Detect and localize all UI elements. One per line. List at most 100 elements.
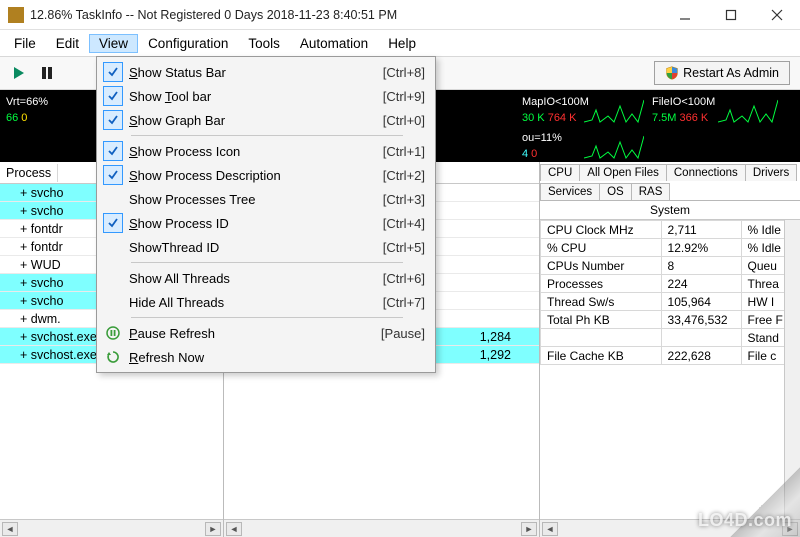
minimize-button[interactable] bbox=[662, 0, 708, 30]
system-cell: % CPU bbox=[541, 239, 662, 257]
system-pane: CPUAll Open FilesConnectionsDrivers Servi… bbox=[540, 162, 800, 537]
checkbox-icon bbox=[103, 165, 123, 185]
menu-item-label: Show Graph Bar bbox=[129, 113, 383, 128]
menu-item-label: Show Status Bar bbox=[129, 65, 383, 80]
system-cell: Total Ph KB bbox=[541, 311, 662, 329]
system-hscroll[interactable]: ◄ ► bbox=[540, 519, 800, 537]
menu-item-label: Pause Refresh bbox=[129, 326, 381, 341]
close-button[interactable] bbox=[754, 0, 800, 30]
graph-panel[interactable]: MapIO<100M30 K 764 K bbox=[518, 92, 646, 126]
graph-panel[interactable] bbox=[648, 128, 780, 162]
checkbox-icon bbox=[103, 268, 123, 288]
tab-services[interactable]: Services bbox=[540, 183, 600, 200]
window-title: 12.86% TaskInfo -- Not Registered 0 Days… bbox=[30, 8, 662, 22]
system-cell bbox=[661, 329, 741, 347]
menu-item-label: Show Process ID bbox=[129, 216, 383, 231]
menu-item-refresh-now[interactable]: Refresh Now bbox=[99, 345, 433, 369]
system-tabs: CPUAll Open FilesConnectionsDrivers Servi… bbox=[540, 162, 800, 201]
system-cell: 224 bbox=[661, 275, 741, 293]
menu-item-show-process-icon[interactable]: Show Process Icon[Ctrl+1] bbox=[99, 139, 433, 163]
menu-item-label: Refresh Now bbox=[129, 350, 425, 365]
tab-cpu[interactable]: CPU bbox=[540, 164, 580, 181]
restart-as-admin-button[interactable]: Restart As Admin bbox=[654, 61, 790, 85]
menu-item-pause-refresh[interactable]: Pause Refresh[Pause] bbox=[99, 321, 433, 345]
process-header-label: Process bbox=[0, 164, 58, 182]
restart-label: Restart As Admin bbox=[683, 66, 779, 80]
tab-all-open-files[interactable]: All Open Files bbox=[579, 164, 667, 181]
scroll-left-icon[interactable]: ◄ bbox=[226, 522, 242, 536]
menu-item-show-processes-tree[interactable]: Show Processes Tree[Ctrl+3] bbox=[99, 187, 433, 211]
system-row[interactable]: Thread Sw/s105,964HW I bbox=[541, 293, 800, 311]
graph-panel[interactable]: ou=11%4 0 bbox=[518, 128, 646, 162]
menu-item-shortcut: [Ctrl+0] bbox=[383, 113, 425, 128]
system-row[interactable]: CPUs Number8Queu bbox=[541, 257, 800, 275]
shield-icon bbox=[665, 66, 679, 80]
play-button[interactable] bbox=[6, 60, 32, 86]
menu-automation[interactable]: Automation bbox=[290, 34, 378, 53]
checkbox-icon bbox=[103, 213, 123, 233]
menu-item-label: ShowThread ID bbox=[129, 240, 383, 255]
system-cell: 2,711 bbox=[661, 221, 741, 239]
menu-item-shortcut: [Ctrl+4] bbox=[383, 216, 425, 231]
system-row[interactable]: Total Ph KB33,476,532Free F bbox=[541, 311, 800, 329]
scroll-right-icon[interactable]: ► bbox=[782, 522, 798, 536]
menu-edit[interactable]: Edit bbox=[46, 34, 89, 53]
checkbox-icon bbox=[103, 62, 123, 82]
system-cell: 33,476,532 bbox=[661, 311, 741, 329]
menu-item-label: Show Tool bar bbox=[129, 89, 383, 104]
checkbox-icon bbox=[103, 110, 123, 130]
menu-item-show-graph-bar[interactable]: Show Graph Bar[Ctrl+0] bbox=[99, 108, 433, 132]
menu-item-label: Show All Threads bbox=[129, 271, 383, 286]
menu-item-shortcut: [Ctrl+2] bbox=[383, 168, 425, 183]
scroll-left-icon[interactable]: ◄ bbox=[542, 522, 558, 536]
menu-item-shortcut: [Ctrl+5] bbox=[383, 240, 425, 255]
graph-panel[interactable]: FileIO<100M7.5M 366 K bbox=[648, 92, 780, 126]
menu-item-label: Show Process Icon bbox=[129, 144, 383, 159]
menu-help[interactable]: Help bbox=[378, 34, 426, 53]
checkbox-icon bbox=[103, 189, 123, 209]
tab-drivers[interactable]: Drivers bbox=[745, 164, 797, 181]
menu-item-show-process-id[interactable]: Show Process ID[Ctrl+4] bbox=[99, 211, 433, 235]
pause-button[interactable] bbox=[34, 60, 60, 86]
scroll-right-icon[interactable]: ► bbox=[521, 522, 537, 536]
menu-file[interactable]: File bbox=[4, 34, 46, 53]
maximize-button[interactable] bbox=[708, 0, 754, 30]
system-row[interactable]: Stand bbox=[541, 329, 800, 347]
system-row[interactable]: % CPU12.92%% Idle bbox=[541, 239, 800, 257]
system-row[interactable]: File Cache KB222,628File c bbox=[541, 347, 800, 365]
menu-item-show-tool-bar[interactable]: Show Tool bar[Ctrl+9] bbox=[99, 84, 433, 108]
menu-item-show-process-description[interactable]: Show Process Description[Ctrl+2] bbox=[99, 163, 433, 187]
menu-bar: FileEditViewConfigurationToolsAutomation… bbox=[0, 30, 800, 56]
scroll-left-icon[interactable]: ◄ bbox=[2, 522, 18, 536]
view-menu-dropdown: Show Status Bar[Ctrl+8]Show Tool bar[Ctr… bbox=[96, 56, 436, 373]
menu-item-shortcut: [Ctrl+6] bbox=[383, 271, 425, 286]
menu-view[interactable]: View bbox=[89, 34, 138, 53]
menu-item-show-status-bar[interactable]: Show Status Bar[Ctrl+8] bbox=[99, 60, 433, 84]
system-label: System bbox=[540, 201, 800, 220]
center-hscroll[interactable]: ◄ ► bbox=[224, 519, 539, 537]
menu-item-shortcut: [Ctrl+9] bbox=[383, 89, 425, 104]
system-row[interactable]: Processes224Threa bbox=[541, 275, 800, 293]
menu-item-shortcut: [Pause] bbox=[381, 326, 425, 341]
scroll-right-icon[interactable]: ► bbox=[205, 522, 221, 536]
menu-item-label: Show Processes Tree bbox=[129, 192, 383, 207]
system-table: CPU Clock MHz2,711% Idle% CPU12.92%% Idl… bbox=[540, 220, 800, 519]
menu-item-showthread-id[interactable]: ShowThread ID[Ctrl+5] bbox=[99, 235, 433, 259]
system-cell bbox=[541, 329, 662, 347]
process-hscroll[interactable]: ◄ ► bbox=[0, 519, 223, 537]
system-vscroll[interactable] bbox=[784, 220, 800, 519]
system-cell: 105,964 bbox=[661, 293, 741, 311]
menu-item-show-all-threads[interactable]: Show All Threads[Ctrl+6] bbox=[99, 266, 433, 290]
system-row[interactable]: CPU Clock MHz2,711% Idle bbox=[541, 221, 800, 239]
menu-configuration[interactable]: Configuration bbox=[138, 34, 238, 53]
tab-connections[interactable]: Connections bbox=[666, 164, 746, 181]
menu-tools[interactable]: Tools bbox=[238, 34, 290, 53]
checkbox-icon bbox=[103, 141, 123, 161]
tab-os[interactable]: OS bbox=[599, 183, 632, 200]
checkbox-icon bbox=[103, 292, 123, 312]
pause-icon bbox=[103, 323, 123, 343]
menu-item-hide-all-threads[interactable]: Hide All Threads[Ctrl+7] bbox=[99, 290, 433, 314]
tab-ras[interactable]: RAS bbox=[631, 183, 671, 200]
menu-item-label: Hide All Threads bbox=[129, 295, 383, 310]
graph-panel[interactable]: Vrt=66%66 0 bbox=[2, 92, 92, 126]
